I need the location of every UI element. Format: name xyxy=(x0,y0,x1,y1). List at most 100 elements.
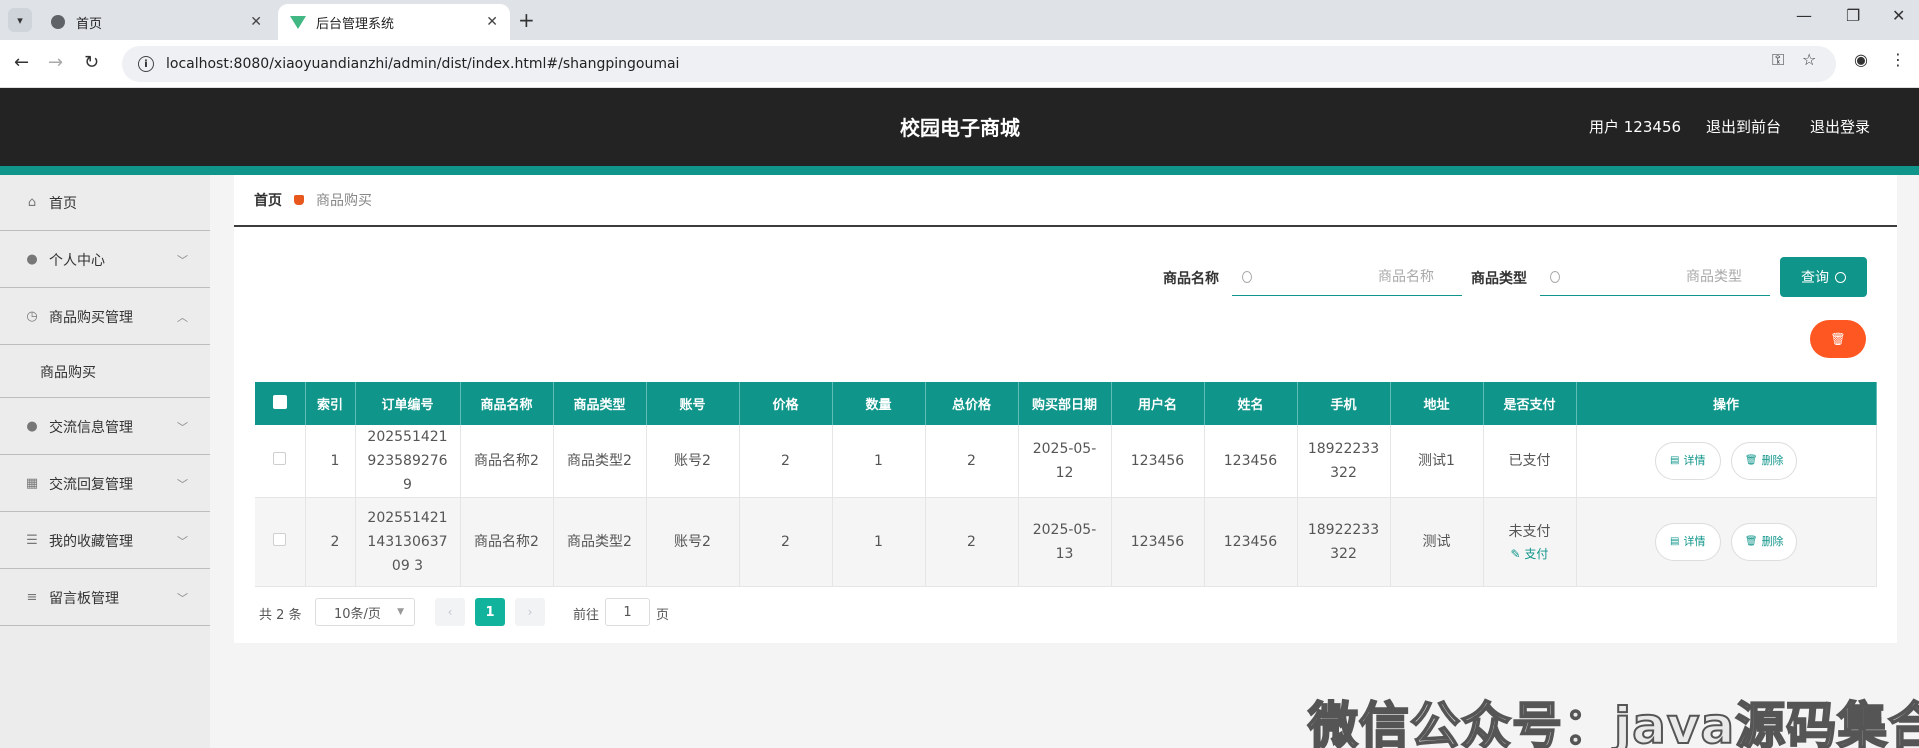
globe-icon xyxy=(50,14,66,30)
breadcrumb-current: 商品购买 xyxy=(316,193,372,209)
delete-button[interactable]: 🗑 删除 xyxy=(1731,523,1798,561)
sidebar-item-label: 交流信息管理 xyxy=(49,419,133,436)
sidebar-subitem-purchase[interactable]: 商品购买 xyxy=(0,346,210,398)
browser-tabstrip: ▾ 首页 ✕ 后台管理系统 ✕ + — ❐ ✕ xyxy=(0,0,1919,40)
column-header: 地址 xyxy=(1390,382,1484,425)
detail-button[interactable]: ▤ 详情 xyxy=(1654,523,1721,561)
new-tab-icon[interactable]: + xyxy=(518,8,535,32)
delete-button[interactable]: 🗑 删除 xyxy=(1731,442,1798,480)
browser-tab-home[interactable]: 首页 ✕ xyxy=(38,4,274,40)
cell-index: 2 xyxy=(305,497,356,587)
detail-button[interactable]: ▤ 详情 xyxy=(1654,442,1721,480)
exit-to-front-link[interactable]: 退出到前台 xyxy=(1706,116,1781,137)
detail-label: 详情 xyxy=(1683,454,1706,467)
cell-order-no: 2025514219235892769 xyxy=(355,425,461,498)
home-icon: ⌂ xyxy=(27,195,37,210)
browser-menu-icon[interactable]: ⋮ xyxy=(1890,50,1906,69)
cell-name: 123456 xyxy=(1204,497,1298,587)
sidebar-item-message-board[interactable]: ≡ 留言板管理 ﹀ xyxy=(0,570,210,626)
column-header: 索引 xyxy=(305,382,356,425)
vue-logo-icon xyxy=(290,14,306,30)
cell-total: 2 xyxy=(925,497,1019,587)
breadcrumb-home[interactable]: 首页 xyxy=(254,190,282,210)
sidebar-item-favorites[interactable]: ☰ 我的收藏管理 ﹀ xyxy=(0,513,210,569)
breadcrumb: 首页 商品购买 xyxy=(234,175,1897,227)
page-number-button[interactable]: 1 xyxy=(475,598,505,626)
prev-page-button[interactable]: ‹ xyxy=(435,598,465,626)
chevron-up-icon: ︿ xyxy=(177,310,188,324)
trash-icon: 🗑 xyxy=(1744,536,1758,547)
sidebar-item-label: 留言板管理 xyxy=(49,590,119,607)
goto-prefix: 前往 xyxy=(573,608,600,623)
grid-icon: ▦ xyxy=(25,476,39,491)
sidebar-item-label: 个人中心 xyxy=(49,252,105,269)
chevron-down-icon: ﹀ xyxy=(177,420,188,434)
product-name-label: 商品名称 xyxy=(1163,271,1219,287)
cell-username: 123456 xyxy=(1111,425,1205,498)
address-bar[interactable]: i localhost:8080/xiaoyuandianzhi/admin/d… xyxy=(122,46,1836,82)
url-text: localhost:8080/xiaoyuandianzhi/admin/dis… xyxy=(166,56,680,72)
key-icon[interactable]: ⚿ xyxy=(1772,50,1784,70)
pay-link[interactable]: ✎ 支付 xyxy=(1484,544,1576,564)
forward-icon[interactable]: → xyxy=(48,52,63,73)
browser-tab-admin[interactable]: 后台管理系统 ✕ xyxy=(278,4,510,40)
cell-actions: ▤ 详情 🗑 删除 xyxy=(1576,425,1877,498)
goto-page-input[interactable]: 1 xyxy=(605,598,650,626)
row-checkbox[interactable] xyxy=(255,497,306,587)
close-tab-icon[interactable]: ✕ xyxy=(250,14,262,30)
product-name-field[interactable] xyxy=(1232,258,1462,296)
column-header: 购买部日期 xyxy=(1018,382,1112,425)
cell-quantity: 1 xyxy=(832,425,926,498)
tab-search-icon[interactable]: ▾ xyxy=(8,8,32,32)
sidebar-item-home[interactable]: ⌂ 首页 xyxy=(0,175,210,231)
user-icon: ● xyxy=(26,252,38,267)
row-checkbox[interactable] xyxy=(255,425,306,498)
header-accent-bar xyxy=(0,166,1919,175)
select-all-checkbox[interactable] xyxy=(255,382,306,425)
close-window-icon[interactable]: ✕ xyxy=(1892,6,1905,25)
batch-delete-button[interactable]: 🗑 xyxy=(1810,320,1866,358)
cell-address: 测试1 xyxy=(1390,425,1484,498)
next-page-button[interactable]: › xyxy=(515,598,545,626)
cell-product-name: 商品名称2 xyxy=(460,425,554,498)
trash-icon: 🗑 xyxy=(1830,332,1846,346)
close-tab-icon[interactable]: ✕ xyxy=(486,14,498,30)
product-type-input[interactable] xyxy=(1568,268,1770,285)
bookmark-star-icon[interactable]: ☆ xyxy=(1802,50,1816,69)
query-button[interactable]: 查询 xyxy=(1780,257,1867,297)
chevron-down-icon: ﹀ xyxy=(177,534,188,548)
column-header: 姓名 xyxy=(1204,382,1298,425)
profile-icon[interactable]: ◉ xyxy=(1854,50,1868,69)
sidebar-item-label: 我的收藏管理 xyxy=(49,533,133,550)
sidebar-item-purchase-management[interactable]: ◷ 商品购买管理 ︿ xyxy=(0,289,210,345)
restore-icon[interactable]: ❐ xyxy=(1846,6,1860,25)
table-row: 1 2025514219235892769 商品名称2 商品类型2 账号2 2 … xyxy=(255,425,1877,498)
cell-actions: ▤ 详情 🗑 删除 xyxy=(1576,497,1877,587)
cell-price: 2 xyxy=(739,497,833,587)
column-header: 总价格 xyxy=(925,382,1019,425)
goto-suffix: 页 xyxy=(656,608,670,623)
cell-product-name: 商品名称2 xyxy=(460,497,554,587)
sidebar-item-personal-center[interactable]: ● 个人中心 ﹀ xyxy=(0,232,210,288)
product-type-field[interactable] xyxy=(1540,258,1770,296)
minimize-icon[interactable]: — xyxy=(1796,6,1812,25)
column-header: 手机 xyxy=(1297,382,1391,425)
current-user-label: 用户 123456 xyxy=(1589,118,1682,136)
reload-icon[interactable]: ↻ xyxy=(84,52,99,73)
breadcrumb-separator-icon xyxy=(294,195,304,205)
page-size-select[interactable]: 10条/页 ▼ xyxy=(315,598,415,626)
logout-link[interactable]: 退出登录 xyxy=(1810,116,1870,137)
pagination-total: 共 2 条 xyxy=(259,608,302,623)
document-icon: ▤ xyxy=(1670,455,1680,466)
product-name-input[interactable] xyxy=(1260,268,1462,285)
site-info-icon[interactable]: i xyxy=(138,56,154,72)
cell-total: 2 xyxy=(925,425,1019,498)
tab-title: 后台管理系统 xyxy=(316,16,395,32)
cell-paid: 已支付 xyxy=(1483,425,1577,498)
sidebar-item-exchange-info[interactable]: ● 交流信息管理 ﹀ xyxy=(0,399,210,455)
search-icon xyxy=(1242,270,1252,283)
cell-date: 2025-05-13 xyxy=(1018,497,1112,587)
back-icon[interactable]: ← xyxy=(14,52,29,73)
sidebar-item-exchange-reply[interactable]: ▦ 交流回复管理 ﹀ xyxy=(0,456,210,512)
product-type-label: 商品类型 xyxy=(1471,271,1527,287)
